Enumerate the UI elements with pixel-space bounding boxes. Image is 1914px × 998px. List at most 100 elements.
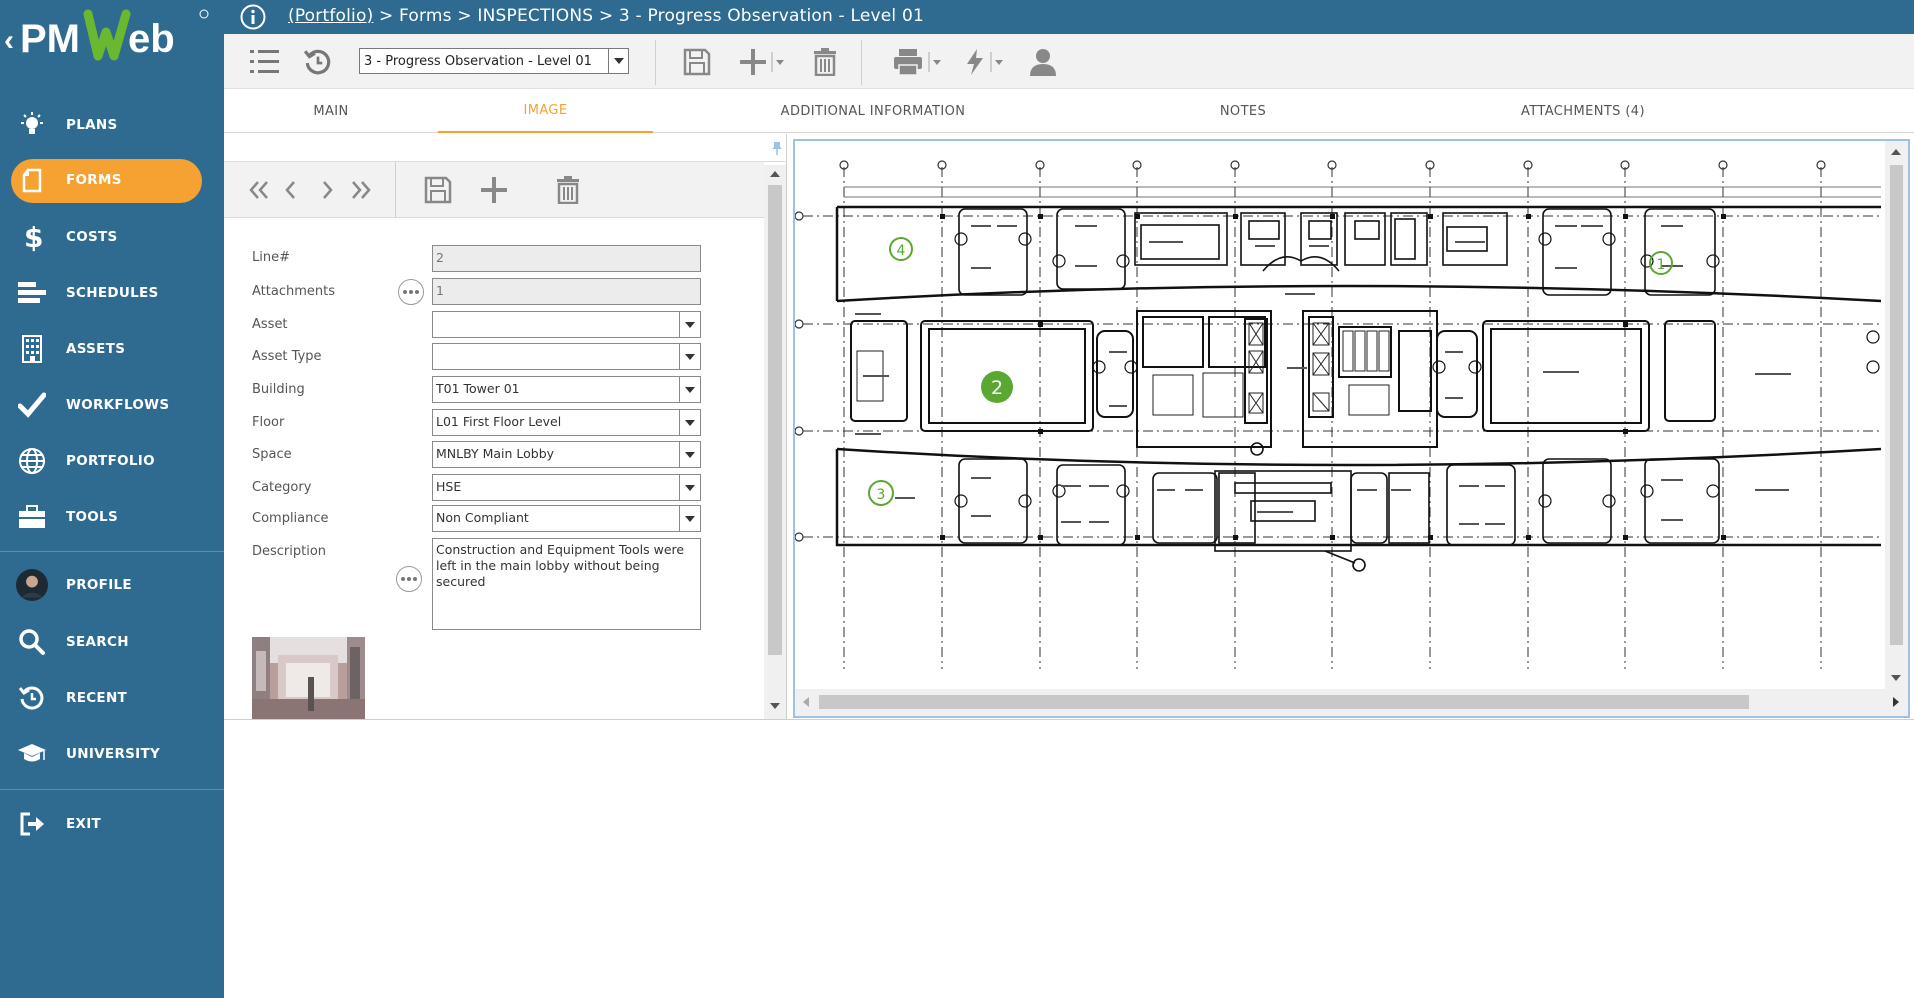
viewer-horizontal-scrollbar-thumb[interactable] [819, 695, 1749, 709]
chevron-down-icon[interactable] [679, 475, 700, 500]
form-scrollbar[interactable] [764, 165, 786, 719]
svg-text:PM: PM [20, 17, 80, 61]
scroll-down-icon[interactable] [770, 703, 780, 709]
logo-graphic: ‹ PM eb [4, 9, 209, 61]
description-more-button[interactable] [396, 566, 422, 592]
chevron-down-icon[interactable] [679, 344, 700, 369]
observation-photo-thumbnail[interactable] [252, 637, 365, 719]
floor-plan-drawing[interactable]: 2 4 1 3 [795, 141, 1885, 689]
description-textarea[interactable]: Construction and Equipment Tools were le… [432, 538, 701, 630]
sidebar-item-profile[interactable]: PROFILE [0, 563, 224, 607]
tab-main[interactable]: MAIN [224, 89, 438, 133]
pmweb-logo[interactable]: ‹ PM eb [0, 0, 224, 90]
asset-select[interactable] [432, 311, 701, 338]
viewer-vertical-scrollbar[interactable] [1885, 141, 1908, 689]
sidebar-item-schedules[interactable]: SCHEDULES [0, 271, 224, 315]
save-icon[interactable] [683, 46, 711, 78]
compliance-select[interactable]: Non Compliant [432, 505, 701, 532]
lightbulb-icon [16, 109, 48, 141]
attachments-count-input: 1 [432, 278, 701, 305]
viewer-horizontal-scrollbar[interactable] [795, 689, 1908, 716]
toolbar: 3 - Progress Observation - Level 01 [224, 34, 1914, 89]
last-record-icon[interactable] [350, 176, 372, 204]
list-icon[interactable] [250, 46, 280, 78]
tab-notes[interactable]: NOTES [1093, 89, 1393, 133]
sidebar-item-recent[interactable]: RECENT [0, 676, 224, 720]
sidebar-item-assets[interactable]: ASSETS [0, 327, 224, 371]
scroll-right-icon[interactable] [1893, 697, 1899, 707]
history-icon [16, 682, 48, 714]
toolbar-divider [395, 162, 396, 218]
chevron-down-icon[interactable] [679, 312, 700, 337]
next-record-icon[interactable] [320, 176, 334, 204]
field-label-floor: Floor [252, 415, 285, 430]
first-record-icon[interactable] [248, 176, 270, 204]
building-icon [16, 333, 48, 365]
trash-icon[interactable] [556, 176, 580, 204]
globe-icon [16, 445, 48, 477]
tab-additional-information[interactable]: ADDITIONAL INFORMATION [653, 89, 1093, 133]
floor-plan-viewer[interactable]: 2 4 1 3 [793, 139, 1910, 718]
history-icon[interactable] [303, 46, 333, 78]
category-select[interactable]: HSE [432, 474, 701, 501]
sidebar-item-label: TOOLS [66, 509, 118, 525]
svg-text:‹: ‹ [4, 24, 14, 57]
breadcrumb-path: > Forms > INSPECTIONS > 3 - Progress Obs… [373, 6, 924, 26]
sidebar-item-forms[interactable]: FORMS [0, 158, 224, 203]
scroll-up-icon[interactable] [1891, 149, 1901, 155]
save-icon[interactable] [424, 176, 452, 204]
sidebar-item-label: ASSETS [66, 341, 126, 357]
sidebar-item-workflows[interactable]: WORKFLOWS [0, 383, 224, 427]
app-root: ‹ PM eb PLANS FORMS $ COSTS SCHEDULES AS… [0, 0, 1914, 998]
scroll-left-icon[interactable] [803, 697, 809, 707]
toolbar-divider [655, 40, 656, 85]
tab-attachments[interactable]: ATTACHMENTS (4) [1393, 89, 1773, 133]
add-icon[interactable] [739, 46, 785, 78]
document-icon [16, 164, 48, 196]
print-icon[interactable] [893, 46, 945, 78]
chevron-down-icon[interactable] [679, 442, 700, 467]
scroll-down-icon[interactable] [1891, 675, 1901, 681]
sidebar-item-search[interactable]: SEARCH [0, 620, 224, 664]
toolbox-icon [16, 501, 48, 533]
scroll-up-icon[interactable] [770, 171, 780, 177]
breadcrumb-portfolio-link[interactable]: (Portfolio) [288, 6, 373, 26]
record-select-value: 3 - Progress Observation - Level 01 [364, 53, 592, 69]
form-scrollbar-thumb[interactable] [768, 185, 782, 655]
sidebar-item-costs[interactable]: $ COSTS [0, 215, 224, 259]
tab-image[interactable]: IMAGE [438, 89, 653, 133]
sidebar-item-exit[interactable]: EXIT [0, 802, 224, 846]
sidebar-item-label: PLANS [66, 117, 118, 133]
chevron-down-icon[interactable] [679, 506, 700, 531]
pin-icon[interactable] [771, 140, 783, 159]
sidebar-item-portfolio[interactable]: PORTFOLIO [0, 439, 224, 483]
chevron-down-icon[interactable] [679, 410, 700, 435]
asset-type-select[interactable] [432, 343, 701, 370]
lightning-icon[interactable] [965, 46, 1013, 78]
svg-text:eb: eb [128, 17, 175, 61]
viewer-vertical-scrollbar-thumb[interactable] [1890, 165, 1903, 645]
sidebar-item-university[interactable]: UNIVERSITY [0, 732, 224, 776]
field-label-asset-type: Asset Type [252, 349, 322, 364]
record-select[interactable]: 3 - Progress Observation - Level 01 [359, 48, 629, 74]
add-icon[interactable] [480, 176, 508, 204]
tab-bar: MAIN IMAGE ADDITIONAL INFORMATION NOTES … [224, 89, 1914, 133]
space-select[interactable]: MNLBY Main Lobby [432, 441, 701, 468]
trash-icon[interactable] [813, 46, 837, 78]
chevron-down-icon[interactable] [679, 377, 700, 402]
attachments-more-button[interactable] [398, 279, 424, 305]
previous-record-icon[interactable] [284, 176, 298, 204]
sidebar-item-tools[interactable]: TOOLS [0, 495, 224, 539]
building-select[interactable]: T01 Tower 01 [432, 376, 701, 403]
sidebar-item-plans[interactable]: PLANS [0, 103, 224, 147]
chevron-down-icon[interactable] [608, 49, 628, 73]
toolbar-divider [861, 40, 862, 85]
floor-select[interactable]: L01 First Floor Level [432, 409, 701, 436]
info-icon[interactable] [240, 4, 266, 30]
sidebar-divider [0, 789, 224, 790]
sidebar-divider [0, 551, 224, 552]
schedule-bars-icon [16, 277, 48, 309]
graduation-cap-icon [16, 738, 48, 770]
user-icon[interactable] [1029, 46, 1057, 78]
marker-2[interactable]: 2 [981, 371, 1013, 403]
